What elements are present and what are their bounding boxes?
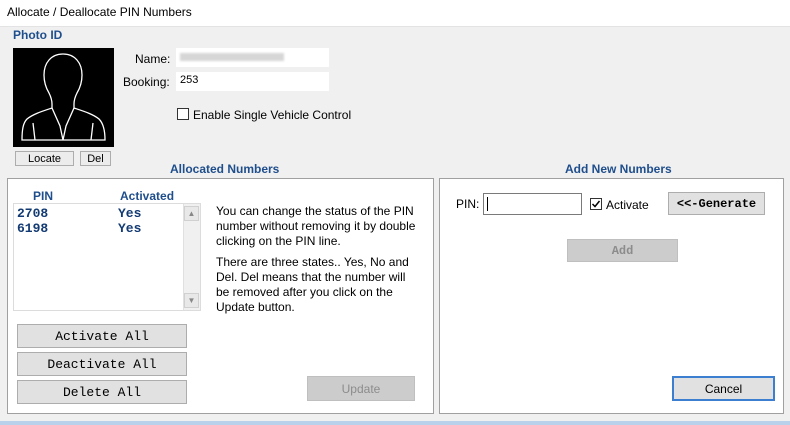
list-scrollbar[interactable]: ▲ ▼ [183,204,200,310]
name-redacted [180,53,284,61]
activated-cell: Yes [118,206,142,221]
activate-label: Activate [606,198,649,212]
table-row[interactable]: 6198 Yes [17,221,182,236]
photo-placeholder [13,48,114,147]
pin-cell: 6198 [17,221,49,236]
info-paragraph-2: There are three states.. Yes, No and Del… [216,255,409,314]
locate-button[interactable]: Locate [15,151,74,166]
add-new-panel: PIN: Activate <<-Generate Add Cancel [439,178,784,414]
booking-label: Booking: [123,75,170,89]
booking-value: 253 [180,74,199,86]
table-row[interactable]: 2708 Yes [17,206,182,221]
pin-column-header: PIN [33,189,54,203]
activate-checkbox[interactable] [590,198,602,210]
window-title: Allocate / Deallocate PIN Numbers [7,5,192,19]
deactivate-all-button[interactable]: Deactivate All [17,352,187,376]
single-vehicle-label: Enable Single Vehicle Control [193,108,352,122]
activated-cell: Yes [118,221,142,236]
name-label: Name: [135,52,171,66]
info-paragraph-1: You can change the status of the PIN num… [216,204,416,248]
title-bar: Allocate / Deallocate PIN Numbers [0,0,790,27]
pin-list[interactable]: 2708 Yes 6198 Yes ▲ ▼ [13,203,201,311]
text-cursor [487,197,488,211]
allocated-panel: PIN Activated 2708 Yes 6198 Yes ▲ ▼ You … [7,178,434,414]
photo-delete-button[interactable]: Del [80,151,111,166]
add-new-numbers-title: Add New Numbers [565,162,672,176]
delete-all-button[interactable]: Delete All [17,380,187,404]
update-button[interactable]: Update [307,376,415,401]
window-bottom-border [0,421,790,425]
pin-input[interactable] [483,193,582,215]
activate-all-button[interactable]: Activate All [17,324,187,348]
cancel-button[interactable]: Cancel [672,376,775,401]
name-field[interactable] [176,48,329,67]
pin-label: PIN: [456,197,480,211]
scroll-up-arrow-icon[interactable]: ▲ [184,206,199,221]
single-vehicle-checkbox[interactable] [177,108,189,120]
photo-id-title: Photo ID [13,28,63,42]
add-button[interactable]: Add [567,239,678,262]
generate-button[interactable]: <<-Generate [668,192,765,215]
booking-field[interactable]: 253 [176,72,329,91]
allocated-numbers-title: Allocated Numbers [170,162,280,176]
pin-cell: 2708 [17,206,49,221]
checkmark-icon [591,200,601,208]
person-silhouette-icon [21,53,106,141]
status-info-text: You can change the status of the PIN num… [216,204,416,321]
activated-column-header: Activated [120,189,175,203]
scroll-down-arrow-icon[interactable]: ▼ [184,293,199,308]
